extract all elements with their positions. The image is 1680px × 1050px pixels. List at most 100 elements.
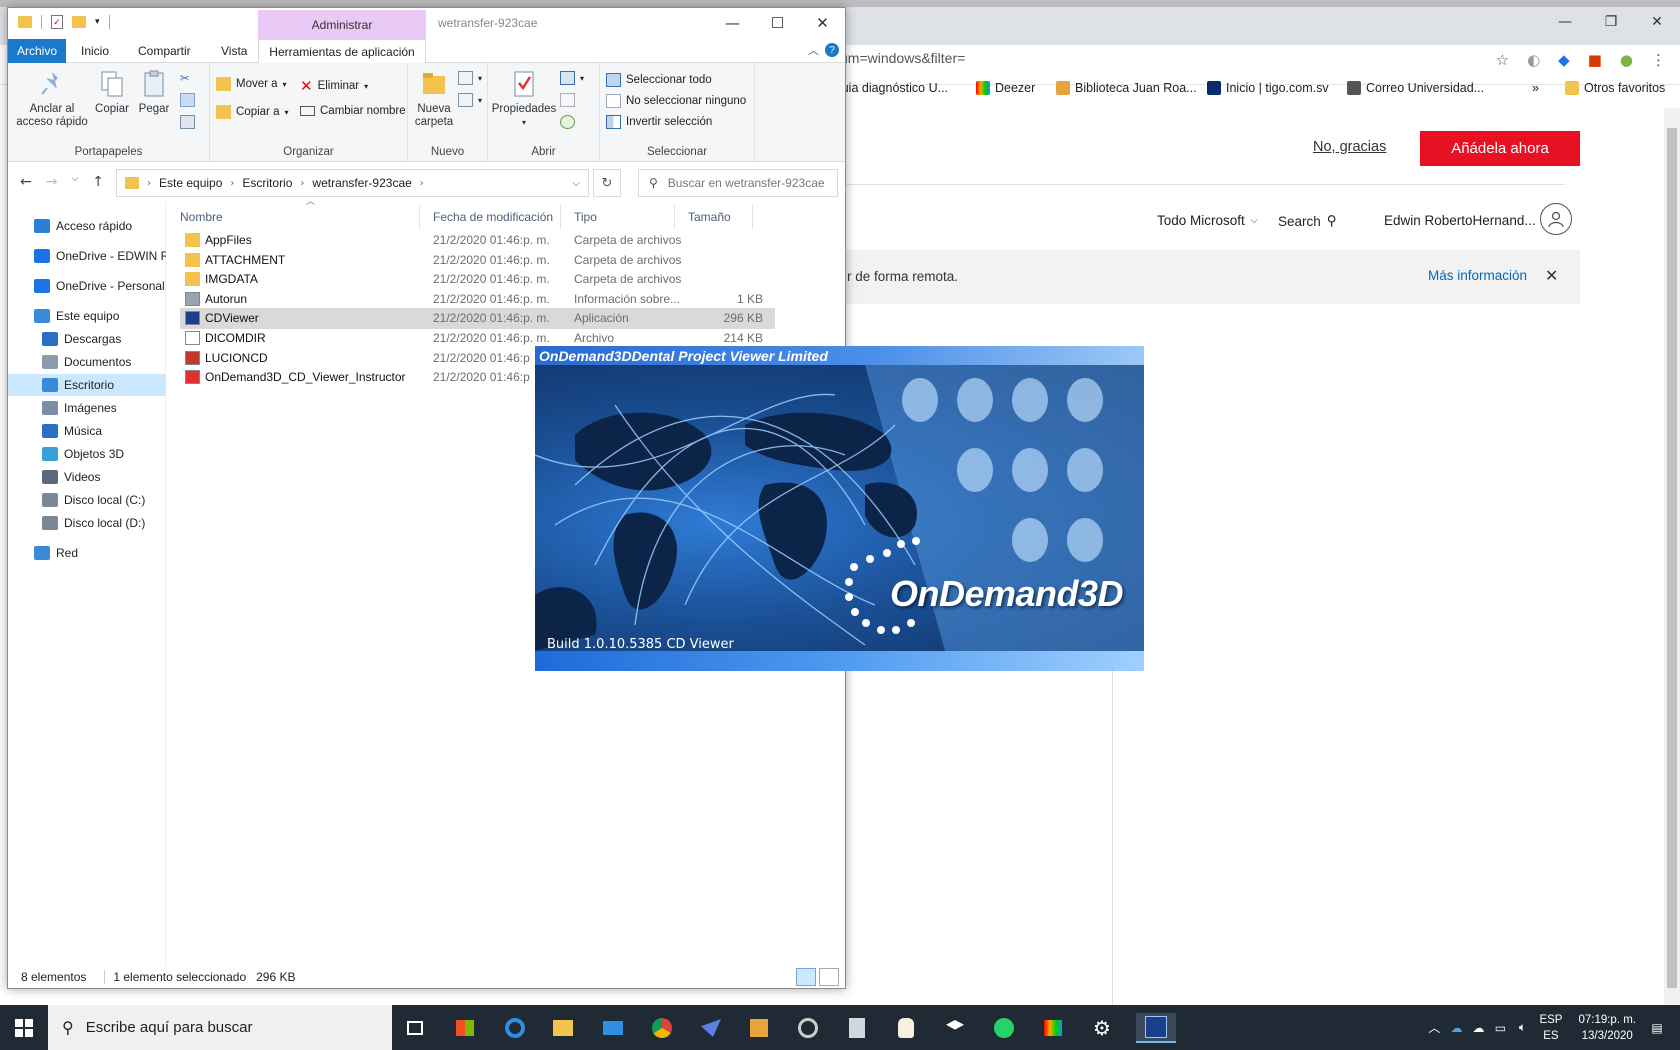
- nav-item-network[interactable]: Red: [8, 542, 166, 564]
- new-folder-button[interactable]: Nueva carpeta: [412, 69, 456, 129]
- profile-icon[interactable]: ●: [1620, 51, 1633, 69]
- address-dropdown-icon[interactable]: ⌵: [572, 178, 580, 189]
- volume-icon[interactable]: 🔈︎: [1511, 1020, 1533, 1035]
- column-header-date[interactable]: Fecha de modificación: [421, 205, 561, 229]
- help-icon[interactable]: ?: [825, 43, 839, 57]
- more-bookmarks-button[interactable]: »: [1532, 81, 1539, 95]
- network-icon[interactable]: ▭: [1489, 1021, 1511, 1035]
- minimize-icon[interactable]: —: [710, 8, 755, 38]
- onedrive-personal-cloud-icon[interactable]: ☁: [1467, 1021, 1489, 1035]
- restore-icon[interactable]: ❐: [1588, 7, 1634, 37]
- nav-item-disk-c[interactable]: Disco local (C:): [8, 489, 166, 511]
- minimize-icon[interactable]: —: [1542, 7, 1588, 37]
- nav-item-3d-objects[interactable]: Objetos 3D: [8, 443, 166, 465]
- address-bar[interactable]: um=windows&filter=: [840, 50, 965, 66]
- column-header-size[interactable]: Tamaño: [676, 205, 753, 229]
- close-icon[interactable]: ✕: [1634, 7, 1680, 37]
- copy-path-button[interactable]: [180, 93, 195, 107]
- properties-icon[interactable]: ✓: [51, 15, 63, 29]
- maximize-icon[interactable]: ☐: [755, 8, 800, 38]
- breadcrumb[interactable]: › Este equipo › Escritorio › wetransfer-…: [116, 169, 589, 197]
- add-now-button[interactable]: Añádela ahora: [1420, 131, 1580, 166]
- up-arrow-icon[interactable]: ↑: [92, 174, 104, 190]
- taskbar-search-input[interactable]: ⚲ Escribe aquí para buscar: [48, 1005, 392, 1050]
- chrome-icon[interactable]: [647, 1013, 677, 1043]
- file-explorer-icon[interactable]: [548, 1013, 578, 1043]
- media-player-icon[interactable]: [744, 1013, 774, 1043]
- copy-to-button[interactable]: Copiar a ▾: [216, 105, 288, 119]
- bookmark-item[interactable]: Deezer: [976, 81, 1035, 95]
- chevron-right-icon[interactable]: ›: [420, 178, 424, 189]
- whatsapp-icon[interactable]: [989, 1013, 1019, 1043]
- input-language[interactable]: ESP ES: [1539, 1012, 1562, 1044]
- folder-icon[interactable]: [18, 16, 32, 28]
- manage-context-tab[interactable]: Administrar: [258, 10, 426, 39]
- nav-item-documents[interactable]: Documentos: [8, 351, 166, 373]
- chevron-right-icon[interactable]: ›: [300, 178, 304, 189]
- chevron-right-icon[interactable]: ›: [230, 178, 234, 189]
- pin-quick-access-button[interactable]: Anclar al acceso rápido: [16, 69, 88, 129]
- history-button[interactable]: [560, 115, 575, 129]
- table-row[interactable]: Autorun 21/2/2020 01:46:p. m. Información …: [180, 289, 775, 310]
- settings-gear-icon[interactable]: ⚙: [1087, 1013, 1117, 1043]
- open-button[interactable]: ▾: [560, 71, 584, 85]
- customize-quick-access-icon[interactable]: ▾: [95, 17, 100, 27]
- chevron-up-icon[interactable]: ︿: [1423, 1019, 1445, 1036]
- bookmark-item[interactable]: Inicio | tigo.com.sv: [1207, 81, 1329, 95]
- office-extension-icon[interactable]: ■: [1588, 51, 1602, 69]
- nav-item-onedrive-personal[interactable]: OneDrive - Personal: [8, 275, 166, 297]
- rename-button[interactable]: Cambiar nombre: [300, 105, 406, 117]
- recent-locations-icon[interactable]: ⌵: [71, 174, 78, 190]
- table-row[interactable]: IMGDATA 21/2/2020 01:46:p. m. Carpeta de a…: [180, 269, 775, 290]
- tab-vista[interactable]: Vista: [211, 39, 257, 63]
- table-row[interactable]: CDViewer 21/2/2020 01:46:p. m. Aplicación 2…: [180, 308, 775, 330]
- tab-archivo[interactable]: Archivo: [8, 39, 67, 63]
- nav-item-quick-access[interactable]: Acceso rápido: [8, 215, 166, 237]
- nav-item-disk-d[interactable]: Disco local (D:): [8, 512, 166, 534]
- bird-app-icon[interactable]: [696, 1013, 726, 1043]
- tooth-app-icon[interactable]: [891, 1013, 921, 1043]
- clock[interactable]: 07:19:p. m. 13/3/2020: [1578, 1012, 1636, 1044]
- more-info-link[interactable]: Más información: [1428, 268, 1527, 283]
- table-row[interactable]: AppFiles 21/2/2020 01:46:p. m. Carpeta de …: [180, 230, 775, 251]
- select-none-button[interactable]: No seleccionar ninguno: [606, 94, 746, 108]
- tab-compartir[interactable]: Compartir: [128, 39, 201, 63]
- forward-arrow-icon[interactable]: →: [46, 174, 58, 190]
- nav-item-music[interactable]: Música: [8, 420, 166, 442]
- invert-selection-button[interactable]: Invertir selección: [606, 115, 712, 129]
- collapse-ribbon-icon[interactable]: ︿: [808, 42, 819, 58]
- search-button[interactable]: Search ⚲: [1278, 213, 1337, 229]
- bookmark-folder[interactable]: Otros favoritos: [1565, 81, 1665, 95]
- easy-access-button[interactable]: ▾: [458, 93, 482, 107]
- task-view-icon[interactable]: [400, 1013, 430, 1043]
- start-button[interactable]: [0, 1005, 48, 1050]
- calculator-icon[interactable]: [842, 1013, 872, 1043]
- breadcrumb-item[interactable]: wetransfer-923cae: [312, 176, 411, 190]
- scrollbar-thumb[interactable]: [1667, 128, 1677, 988]
- bookmark-item[interactable]: Guia diagnóstico U...: [832, 81, 948, 95]
- nav-item-this-pc[interactable]: Este equipo: [8, 305, 166, 327]
- column-header-name[interactable]: Nombre: [168, 205, 420, 229]
- paste-button[interactable]: Pegar: [136, 69, 172, 116]
- ondemand3d-taskbar-icon[interactable]: [1136, 1013, 1176, 1043]
- nav-item-pictures[interactable]: Imágenes: [8, 397, 166, 419]
- user-name[interactable]: Edwin RobertoHernand...: [1384, 213, 1536, 228]
- large-icons-view-icon[interactable]: [819, 968, 839, 986]
- tab-herramientas[interactable]: Herramientas de aplicación: [258, 39, 426, 64]
- search-input[interactable]: ⚲ Buscar en wetransfer-923cae: [638, 169, 838, 197]
- music-app-icon[interactable]: [793, 1013, 823, 1043]
- paste-shortcut-button[interactable]: [180, 115, 195, 129]
- details-view-icon[interactable]: [796, 968, 816, 986]
- breadcrumb-item[interactable]: Escritorio: [242, 176, 292, 190]
- close-icon[interactable]: ✕: [800, 8, 845, 38]
- nav-item-desktop[interactable]: Escritorio: [8, 374, 166, 396]
- delete-button[interactable]: ✕ Eliminar ▾: [300, 77, 368, 95]
- store-icon[interactable]: [450, 1013, 480, 1043]
- breadcrumb-item[interactable]: Este equipo: [159, 176, 222, 190]
- onedrive-cloud-icon[interactable]: ☁: [1445, 1021, 1467, 1035]
- nav-item-downloads[interactable]: Descargas: [8, 328, 166, 350]
- nav-item-onedrive-edwin[interactable]: OneDrive - EDWIN RO: [8, 245, 166, 267]
- extension-icon[interactable]: ◆: [1558, 51, 1570, 69]
- extension-icon[interactable]: ◐: [1527, 51, 1540, 69]
- bookmark-star-icon[interactable]: ☆: [1496, 51, 1509, 69]
